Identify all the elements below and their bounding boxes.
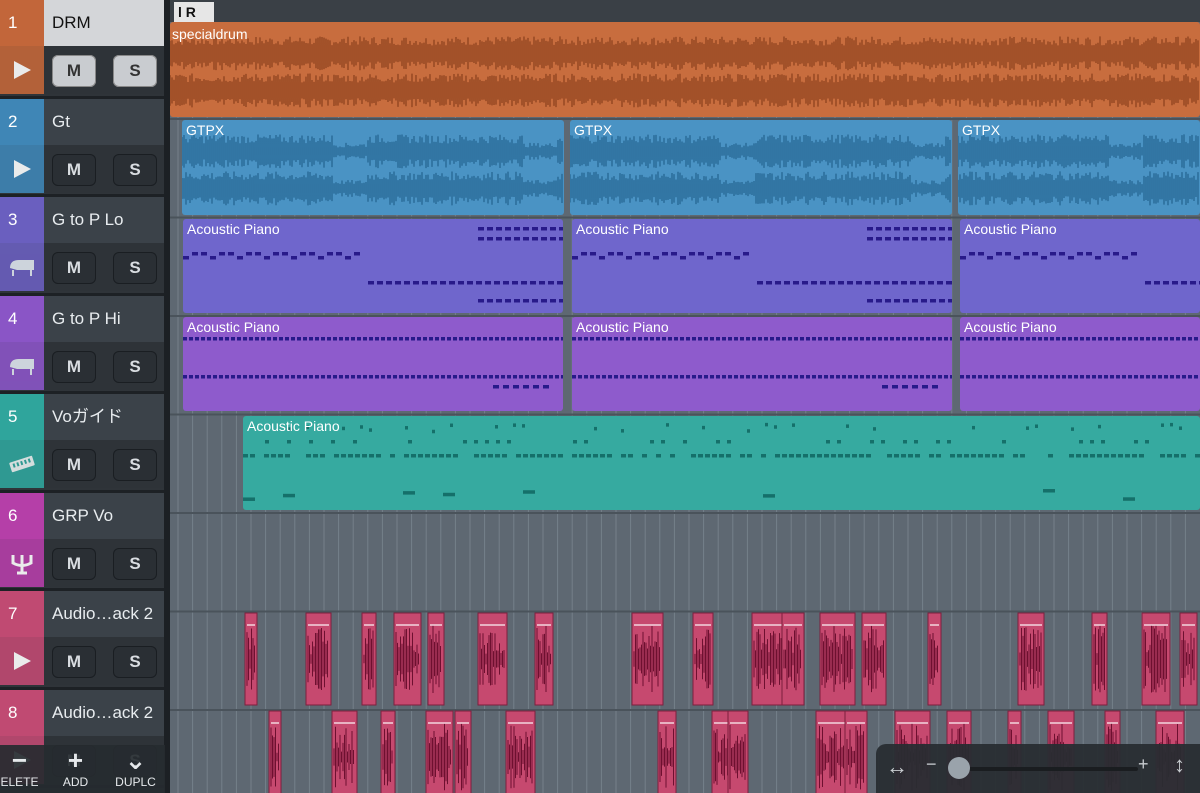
plus-icon: + xyxy=(67,745,84,775)
audio-play-icon xyxy=(0,46,44,94)
track-name[interactable]: G to P Hi xyxy=(44,295,164,342)
solo-button[interactable]: S xyxy=(113,55,157,87)
midi-notes xyxy=(243,422,1200,501)
track-number: 2 xyxy=(0,98,44,145)
region-name: Acoustic Piano xyxy=(247,418,340,434)
track-number: 7 xyxy=(0,591,44,637)
region-name: specialdrum xyxy=(172,26,248,42)
waveform xyxy=(182,134,563,206)
track-header-6[interactable]: 6 GRP Vo M S xyxy=(0,492,164,589)
mute-button[interactable]: M xyxy=(52,350,96,383)
piano-icon xyxy=(0,243,44,291)
solo-button[interactable]: S xyxy=(113,646,157,678)
mute-button[interactable]: M xyxy=(52,153,96,186)
mute-button[interactable]: M xyxy=(52,449,96,481)
region-piano-hi-2[interactable]: Acoustic Piano xyxy=(572,317,952,411)
track-number: 1 xyxy=(0,0,44,46)
track-list: 1 DRM M S 2 Gt M S 3 G to P Lo M S 4 G to P Hi M S 5 Voガイ… xyxy=(0,0,165,793)
track-controls: MS xyxy=(44,46,164,94)
waveform xyxy=(570,134,951,206)
region-drum-audio[interactable]: specialdrum xyxy=(170,22,1200,117)
region-piano-lo-1[interactable]: Acoustic Piano xyxy=(183,219,563,313)
region-name: GTPX xyxy=(186,122,225,138)
region-piano-hi-1[interactable]: Acoustic Piano xyxy=(183,317,563,411)
track-controls: MS xyxy=(44,637,164,685)
region-gtpx-2[interactable]: GTPX xyxy=(570,120,952,215)
track-controls: MS xyxy=(44,243,164,291)
locator-markers[interactable]: l R xyxy=(174,2,214,22)
zoom-slider-track[interactable] xyxy=(958,767,1138,771)
track-controls: MS xyxy=(44,144,164,193)
daw-arrange-window: l R specialdrum GTPX GTPX GTPX Acoustic … xyxy=(0,0,1200,793)
mute-button[interactable]: M xyxy=(52,252,96,284)
vertical-zoom-icon[interactable]: ↕ xyxy=(1174,752,1185,778)
track-controls: MS xyxy=(44,440,164,488)
track-header-1[interactable]: 1 DRM M S xyxy=(0,0,164,96)
track-name[interactable]: Voガイド xyxy=(44,394,164,440)
track-number: 3 xyxy=(0,197,44,243)
add-track-button[interactable]: + ADD xyxy=(48,745,103,793)
track-toolbar: − ELETE + ADD ⌄ DUPLC xyxy=(0,745,165,793)
region-name: Acoustic Piano xyxy=(187,319,280,335)
divider[interactable] xyxy=(164,0,170,793)
zoom-slider-handle[interactable] xyxy=(948,757,970,779)
region-vo-guide[interactable]: Acoustic Piano xyxy=(243,416,1200,510)
track-controls: MS xyxy=(44,341,164,390)
waveform xyxy=(170,36,1199,108)
piano-icon xyxy=(0,341,44,390)
delete-button[interactable]: − ELETE xyxy=(0,745,47,793)
solo-button[interactable]: S xyxy=(113,153,157,186)
region-gtpx-3[interactable]: GTPX xyxy=(958,120,1200,215)
solo-button[interactable]: S xyxy=(113,350,157,383)
track-controls: MS xyxy=(44,538,164,587)
mute-button[interactable]: M xyxy=(52,55,96,87)
track-header-7[interactable]: 7 Audio…ack 2MS xyxy=(0,591,164,687)
folder-group-icon xyxy=(0,538,44,587)
mute-button[interactable]: M xyxy=(52,547,96,580)
track-header-5[interactable]: 5 Voガイド M S xyxy=(0,394,164,490)
zoom-out-icon[interactable]: − xyxy=(926,754,937,775)
region-name: Acoustic Piano xyxy=(576,221,669,237)
track-number: 5 xyxy=(0,394,44,440)
track-name[interactable]: G to P Lo xyxy=(44,197,164,243)
track-name[interactable]: Audio…ack 2 xyxy=(44,689,164,736)
solo-button[interactable]: S xyxy=(113,449,157,481)
region-name: Acoustic Piano xyxy=(187,221,280,237)
duplicate-button[interactable]: ⌄ DUPLC xyxy=(108,745,163,793)
track-name[interactable]: DRM xyxy=(44,0,164,46)
track-number: 6 xyxy=(0,492,44,539)
zoom-in-icon[interactable]: + xyxy=(1138,754,1149,775)
track-number: 4 xyxy=(0,295,44,342)
region-name: GTPX xyxy=(962,122,1001,138)
audio-play-icon xyxy=(0,637,44,685)
region-name: Acoustic Piano xyxy=(964,221,1057,237)
region-piano-lo-3[interactable]: Acoustic Piano xyxy=(960,219,1200,313)
delete-label: ELETE xyxy=(0,775,39,789)
arrange-area[interactable]: specialdrum GTPX GTPX GTPX Acoustic Pian… xyxy=(170,22,1200,793)
region-piano-lo-2[interactable]: Acoustic Piano xyxy=(572,219,952,313)
solo-button[interactable]: S xyxy=(113,252,157,284)
track-name[interactable]: Audio…ack 2 xyxy=(44,591,164,637)
region-name: GTPX xyxy=(574,122,613,138)
track-name[interactable]: Gt xyxy=(44,98,164,145)
track-header-4[interactable]: 4G to P Hi M S xyxy=(0,295,164,392)
keyboard-icon xyxy=(0,440,44,488)
region-piano-hi-3[interactable]: Acoustic Piano xyxy=(960,317,1200,411)
track-name[interactable]: GRP Vo xyxy=(44,492,164,539)
solo-button[interactable]: S xyxy=(113,547,157,580)
minus-icon: − xyxy=(11,745,28,775)
region-name: Acoustic Piano xyxy=(576,319,669,335)
region-gtpx-1[interactable]: GTPX xyxy=(182,120,564,215)
duplicate-label: DUPLC xyxy=(115,775,156,789)
region-name: Acoustic Piano xyxy=(964,319,1057,335)
track-header-2[interactable]: 2 Gt M S xyxy=(0,98,164,195)
audio-play-icon xyxy=(0,144,44,193)
track-header-3[interactable]: 3G to P Lo M S xyxy=(0,197,164,293)
add-label: ADD xyxy=(62,775,89,789)
timeline-ruler[interactable] xyxy=(170,0,1200,22)
mute-button[interactable]: M xyxy=(52,646,96,678)
track-number: 8 xyxy=(0,689,44,736)
horizontal-zoom-icon[interactable]: ↔ xyxy=(886,754,908,780)
chevron-down-icon: ⌄ xyxy=(124,745,147,775)
